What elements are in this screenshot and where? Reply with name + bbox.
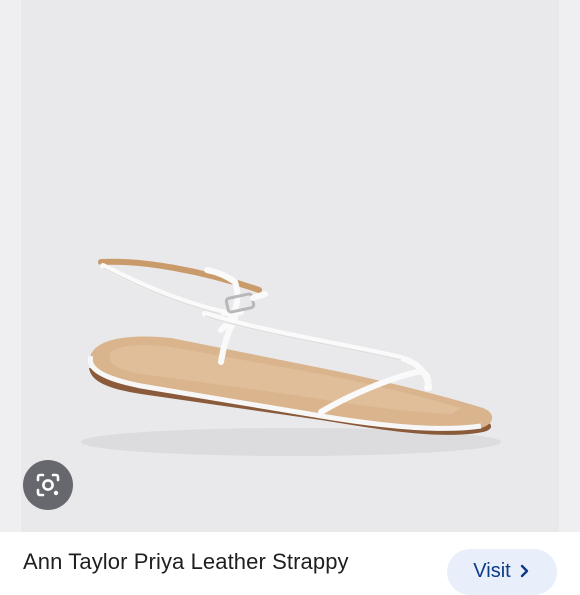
chevron-right-icon xyxy=(520,564,528,578)
google-lens-icon xyxy=(36,473,60,497)
google-lens-button[interactable] xyxy=(23,460,73,510)
product-image[interactable] xyxy=(21,0,559,532)
product-title[interactable]: Ann Taylor Priya Leather Strappy xyxy=(23,549,349,575)
visit-button[interactable]: Visit xyxy=(447,549,557,595)
sandal-illustration xyxy=(81,258,501,456)
